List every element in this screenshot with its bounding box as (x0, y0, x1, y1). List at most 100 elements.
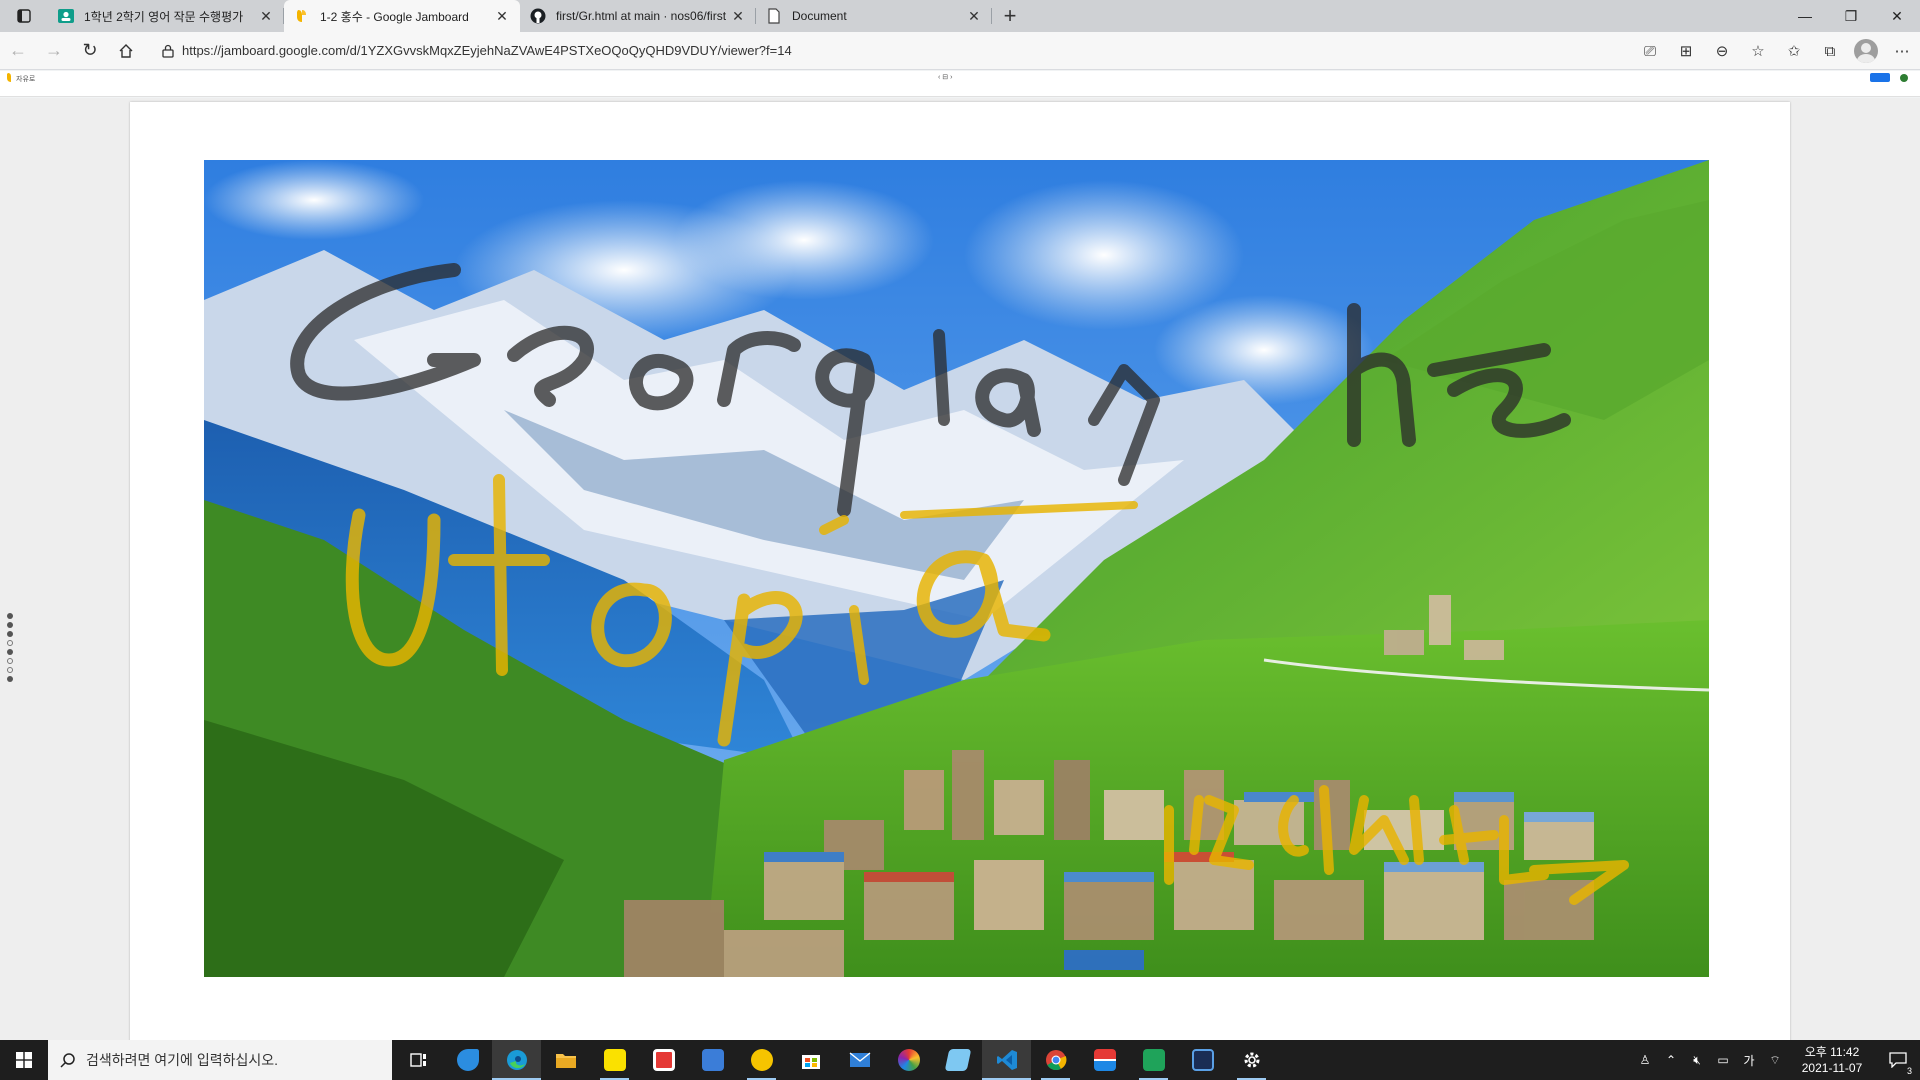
grid-icon: ⊞ (1679, 43, 1693, 60)
restore-button[interactable]: ❐ (1828, 0, 1874, 32)
kakaotalk-button[interactable] (590, 1040, 639, 1080)
mail-button[interactable] (835, 1040, 884, 1080)
add-favorite-button[interactable]: ☆ (1740, 33, 1776, 69)
url-text: https://jamboard.google.com/d/1YZXGvvskM… (182, 43, 792, 58)
jamboard-header: 자유로 ‹ ⊟ › (0, 71, 1920, 85)
sync-app-icon (652, 1049, 675, 1071)
share-button[interactable] (1870, 73, 1890, 82)
refresh-icon: ↻ (82, 40, 98, 60)
tab-strip: 1학년 2학기 영어 작문 수행평가 ✕ 1-2 홍수 - Google Jam… (0, 0, 1920, 32)
settings-button[interactable] (1227, 1040, 1276, 1080)
read-aloud-button[interactable]: ⎚ (1632, 33, 1668, 69)
ime-indicator[interactable]: 가 (1736, 1052, 1762, 1069)
paint-app-button[interactable] (884, 1040, 933, 1080)
address-bar[interactable]: https://jamboard.google.com/d/1YZXGvvskM… (154, 36, 1534, 66)
mail-icon (849, 1052, 870, 1067)
github-icon (530, 8, 546, 24)
toolbar-actions: ⎚ ⊞ ⊖ ☆ ✩ ⧉ ⋯ (1632, 32, 1920, 70)
search-icon (60, 1053, 75, 1068)
forward-arrow-icon: → (45, 40, 63, 60)
taskbar-search-box[interactable]: 검색하려면 여기에 입력하십시오. (48, 1040, 392, 1080)
tab-document[interactable]: Document ✕ (756, 0, 992, 32)
dj-app-icon (1191, 1049, 1214, 1071)
home-button[interactable] (108, 33, 144, 69)
windows-taskbar: 검색하려면 여기에 입력하십시오. ♙ ⌃ 🔇︎ ▭ 가 ⌔ 오후 11:42 … (0, 1040, 1920, 1080)
collections-icon: ⧉ (1824, 42, 1836, 60)
tab-jamboard[interactable]: 1-2 홍수 - Google Jamboard ✕ (284, 0, 520, 32)
vscode-button[interactable] (982, 1040, 1031, 1080)
close-tab-icon[interactable]: ✕ (494, 8, 510, 24)
battery-icon[interactable]: ▭ (1710, 1053, 1736, 1067)
sync-app-button[interactable] (639, 1040, 688, 1080)
back-arrow-icon: ← (9, 40, 27, 60)
chevron-up-icon[interactable]: ⌃ (1658, 1053, 1684, 1067)
task-view-icon (409, 1053, 426, 1067)
close-tab-icon[interactable]: ✕ (730, 8, 746, 24)
chrome-button[interactable] (1031, 1040, 1080, 1080)
clock[interactable]: 오후 11:42 2021-11-07 (1788, 1044, 1876, 1076)
canvas-area (0, 98, 1920, 1042)
tab-title: 1학년 2학기 영어 작문 수행평가 (84, 9, 244, 24)
zoom-out-icon: ⊖ (1715, 43, 1729, 60)
jamboard-toolbar (0, 85, 1920, 97)
star-add-icon: ☆ (1751, 43, 1765, 60)
new-tab-button[interactable]: + (992, 0, 1028, 32)
back-button[interactable]: ← (0, 33, 36, 69)
textbox-tool-icon[interactable] (7, 667, 13, 673)
favorites-icon: ✩ (1787, 43, 1801, 60)
browser-toolbar: ← → ↻ https://jamboard.google.com/d/1YZX… (0, 32, 1920, 70)
dj-app-button[interactable] (1178, 1040, 1227, 1080)
tab-actions-button[interactable] (0, 0, 48, 32)
vscode-icon (996, 1050, 1017, 1070)
media-app-icon (1093, 1049, 1116, 1071)
close-window-button[interactable]: ✕ (1874, 0, 1920, 32)
zoom-button[interactable]: ⊖ (1704, 33, 1740, 69)
image-tool-icon[interactable] (7, 649, 13, 655)
volume-mute-icon[interactable]: 🔇︎ (1684, 1053, 1710, 1068)
collections-button[interactable]: ⧉ (1812, 33, 1848, 69)
close-tab-icon[interactable]: ✕ (258, 8, 274, 24)
minimize-button[interactable]: — (1782, 0, 1828, 32)
settings-menu-button[interactable]: ⋯ (1884, 33, 1920, 69)
gear-icon (1244, 1052, 1259, 1068)
tab-classroom[interactable]: 1학년 2학기 영어 작문 수행평가 ✕ (48, 0, 284, 32)
tab-github[interactable]: first/Gr.html at main · nos06/first ✕ (520, 0, 756, 32)
lock-icon (154, 44, 182, 58)
frame-navigator[interactable]: ‹ ⊟ › (938, 73, 952, 81)
media-app-button[interactable] (1080, 1040, 1129, 1080)
profile-button[interactable] (1848, 33, 1884, 69)
calculator-app-button[interactable] (688, 1040, 737, 1080)
whiteboard-app-button[interactable] (933, 1040, 982, 1080)
notification-icon (1889, 1052, 1907, 1068)
network-icon[interactable]: ⌔ (1762, 1053, 1788, 1068)
favorites-button[interactable]: ✩ (1776, 33, 1812, 69)
apps-button[interactable]: ⊞ (1668, 33, 1704, 69)
kakaopage-button[interactable] (737, 1040, 786, 1080)
laser-tool-icon[interactable] (7, 676, 13, 682)
task-view-button[interactable] (394, 1040, 443, 1080)
notification-count: 3 (1906, 1066, 1912, 1076)
forward-button[interactable]: → (36, 33, 72, 69)
select-tool-icon[interactable] (7, 631, 13, 637)
georgia-landscape-image (204, 160, 1709, 977)
file-explorer-button[interactable] (541, 1040, 590, 1080)
home-icon (119, 43, 133, 58)
notification-button[interactable]: 3 (1876, 1052, 1920, 1076)
microsoft-store-button[interactable] (786, 1040, 835, 1080)
bird-app-button[interactable] (443, 1040, 492, 1080)
close-tab-icon[interactable]: ✕ (966, 8, 982, 24)
start-button[interactable] (0, 1040, 48, 1080)
account-avatar[interactable] (1900, 74, 1908, 82)
refresh-button[interactable]: ↻ (72, 33, 108, 69)
store-icon (801, 1055, 820, 1069)
document-icon (766, 8, 782, 24)
people-icon[interactable]: ♙ (1632, 1053, 1658, 1067)
screen-cast-icon: ⎚ (1643, 42, 1656, 60)
eraser-tool-icon[interactable] (7, 622, 13, 628)
green-app-button[interactable] (1129, 1040, 1178, 1080)
sticky-note-tool-icon[interactable] (7, 640, 13, 646)
jamboard-title: 자유로 (16, 76, 36, 83)
edge-button[interactable] (492, 1040, 541, 1080)
pen-tool-icon[interactable] (7, 613, 13, 619)
shape-tool-icon[interactable] (7, 658, 13, 664)
